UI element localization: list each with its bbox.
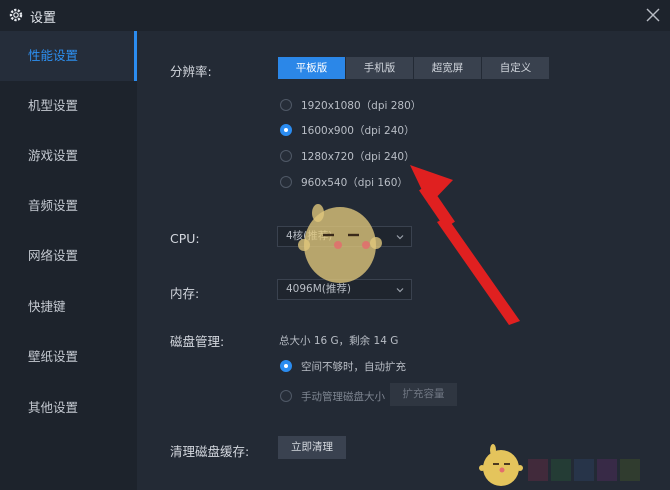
disk-label: 磁盘管理: xyxy=(170,334,225,349)
sidebar-item-network[interactable]: 网络设置 xyxy=(0,231,137,281)
resolution-option-960[interactable]: 960x540（dpi 160） xyxy=(280,174,408,190)
resolution-option-1600[interactable]: 1600x900（dpi 240） xyxy=(280,122,415,138)
resolution-option-label: 960x540（dpi 160） xyxy=(301,176,408,189)
resolution-option-label: 1600x900（dpi 240） xyxy=(301,124,415,137)
title-bar: 设置 xyxy=(0,0,670,31)
tab-tablet[interactable]: 平板版 xyxy=(278,57,345,79)
watermark-tile xyxy=(597,459,617,481)
radio-button-checked[interactable] xyxy=(280,124,292,136)
watermark-tile xyxy=(620,459,640,481)
disk-auto-expand-option[interactable]: 空间不够时，自动扩充 xyxy=(280,358,406,374)
cpu-label: CPU: xyxy=(170,231,200,246)
sidebar-item-audio[interactable]: 音频设置 xyxy=(0,181,137,231)
watermark-color-strip xyxy=(528,459,643,481)
resolution-option-1920[interactable]: 1920x1080（dpi 280） xyxy=(280,97,421,113)
resolution-option-label: 1280x720（dpi 240） xyxy=(301,150,415,163)
sidebar-item-shortcuts[interactable]: 快捷键 xyxy=(0,282,137,332)
watermark-tile xyxy=(528,459,548,481)
disk-option-label: 空间不够时，自动扩充 xyxy=(301,360,406,373)
radio-button[interactable] xyxy=(280,150,292,162)
tab-phone[interactable]: 手机版 xyxy=(346,57,413,79)
window-title: 设置 xyxy=(30,11,57,26)
disk-manual-option[interactable]: 手动管理磁盘大小 xyxy=(280,388,385,404)
sidebar-item-game[interactable]: 游戏设置 xyxy=(0,131,137,181)
watermark-tile xyxy=(574,459,594,481)
radio-button[interactable] xyxy=(280,390,292,402)
disk-option-label: 手动管理磁盘大小 xyxy=(301,390,385,403)
expand-capacity-button[interactable]: 扩充容量 xyxy=(390,383,457,406)
settings-sidebar: 性能设置 机型设置 游戏设置 音频设置 网络设置 快捷键 壁纸设置 其他设置 xyxy=(0,31,137,490)
sidebar-item-other[interactable]: 其他设置 xyxy=(0,383,137,433)
sidebar-item-performance[interactable]: 性能设置 xyxy=(0,31,137,81)
resolution-option-label: 1920x1080（dpi 280） xyxy=(301,99,422,112)
resolution-option-1280[interactable]: 1280x720（dpi 240） xyxy=(280,148,415,164)
mascot-watermark-icon xyxy=(298,204,382,283)
disk-summary: 总大小 16 G，剩余 14 G xyxy=(279,335,399,347)
clear-cache-button[interactable]: 立即清理 xyxy=(278,436,346,459)
sidebar-item-wallpaper[interactable]: 壁纸设置 xyxy=(0,332,137,382)
watermark-tile xyxy=(551,459,571,481)
radio-button[interactable] xyxy=(280,176,292,188)
radio-button-checked[interactable] xyxy=(280,360,292,372)
cache-label: 清理磁盘缓存: xyxy=(170,444,250,459)
memory-label: 内存: xyxy=(170,286,200,301)
sidebar-item-device-model[interactable]: 机型设置 xyxy=(0,81,137,131)
gear-icon xyxy=(9,8,23,22)
resolution-mode-tabs: 平板版 手机版 超宽屏 自定义 xyxy=(278,57,550,79)
mascot-logo-icon xyxy=(479,444,523,486)
annotation-arrow xyxy=(410,165,520,325)
radio-button[interactable] xyxy=(280,99,292,111)
close-icon[interactable] xyxy=(644,6,662,24)
tab-ultrawide[interactable]: 超宽屏 xyxy=(414,57,481,79)
tab-custom[interactable]: 自定义 xyxy=(482,57,549,79)
resolution-label: 分辨率: xyxy=(170,64,212,79)
